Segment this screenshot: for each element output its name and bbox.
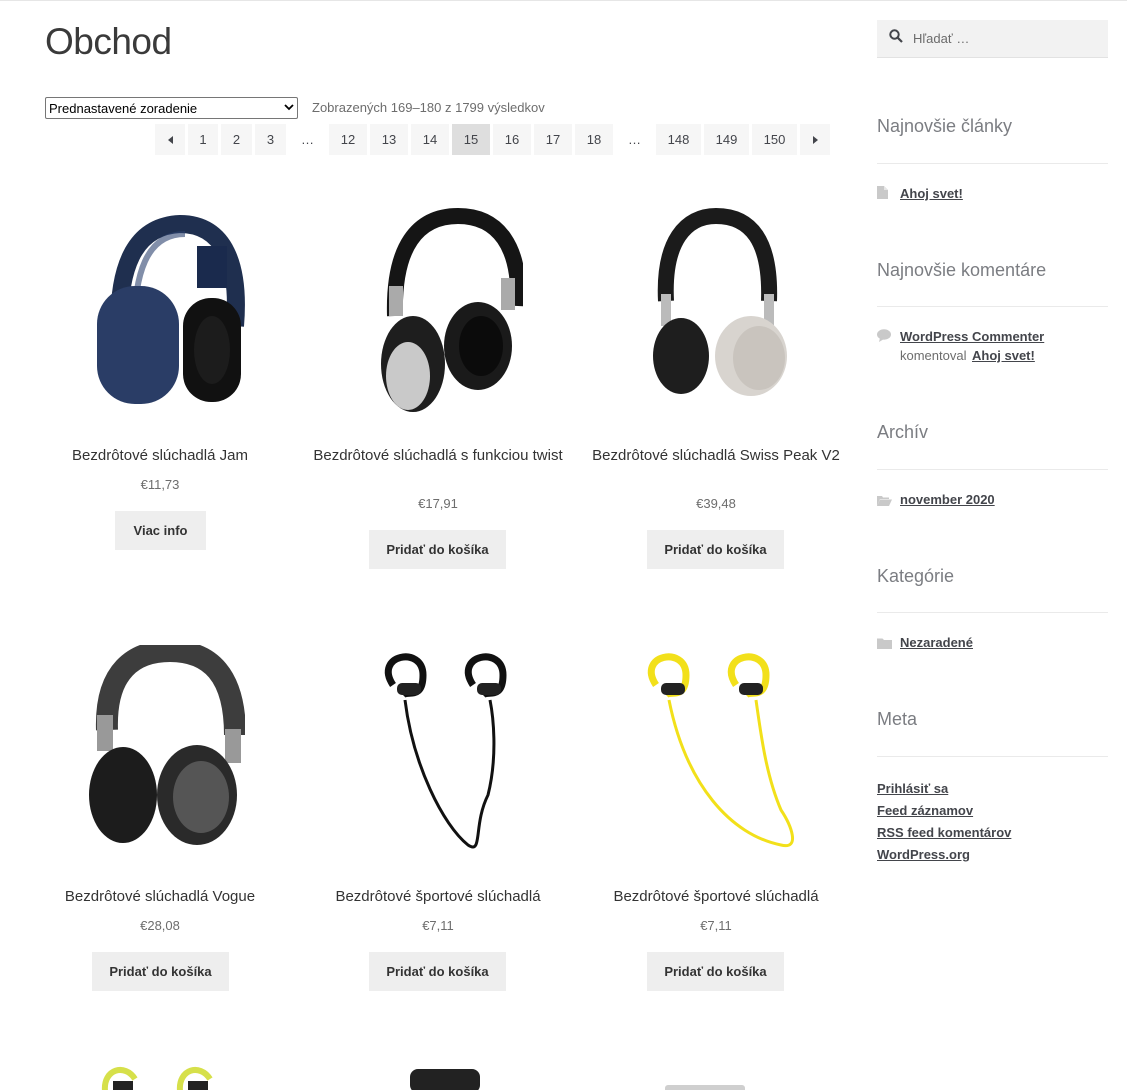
pagination-page[interactable]: 17 xyxy=(534,124,572,155)
widget-divider xyxy=(877,756,1108,757)
widget-title-archive: Archív xyxy=(877,422,929,442)
pagination-page[interactable]: 13 xyxy=(370,124,408,155)
pagination-page[interactable]: 16 xyxy=(493,124,531,155)
pagination-page[interactable]: 148 xyxy=(656,124,701,155)
pagination-page[interactable]: 14 xyxy=(411,124,449,155)
product-image[interactable] xyxy=(75,645,245,865)
meta-entries-feed-link[interactable]: Feed záznamov xyxy=(877,803,973,818)
pagination-page[interactable]: 2 xyxy=(221,124,252,155)
add-to-cart-button[interactable]: Pridať do košíka xyxy=(369,952,506,991)
result-count: Zobrazených 169–180 z 1799 výsledkov xyxy=(312,100,545,115)
archive-link[interactable]: november 2020 xyxy=(900,492,995,507)
product-image[interactable] xyxy=(353,206,523,426)
product-price: €11,73 xyxy=(140,477,180,492)
widget-title-recent-posts: Najnovšie články xyxy=(877,116,1013,136)
product-image-partial[interactable] xyxy=(405,1065,485,1090)
pagination-page[interactable]: 150 xyxy=(752,124,797,155)
meta-login-link[interactable]: Prihlásiť sa xyxy=(877,781,948,796)
product-card: Bezdrôtové slúchadlá s funkciou twist €1… xyxy=(313,196,563,576)
product-card: Bezdrôtové športové slúchadlá €7,11 Prid… xyxy=(313,637,563,997)
meta-wordpress-link[interactable]: WordPress.org xyxy=(877,847,970,862)
search-placeholder: Hľadať … xyxy=(913,31,970,46)
orderby-selected-label: Prednastavené zoradenie xyxy=(49,100,198,116)
pagination-page[interactable]: 3 xyxy=(255,124,286,155)
product-title[interactable]: Bezdrôtové slúchadlá Vogue xyxy=(35,887,285,906)
widget-title-recent-comments: Najnovšie komentáre xyxy=(877,260,1047,280)
pagination-page[interactable]: 12 xyxy=(329,124,367,155)
widget-title-categories: Kategórie xyxy=(877,566,955,586)
pagination-current-page: 15 xyxy=(452,124,490,155)
caret-right-icon xyxy=(812,135,818,144)
product-card: Bezdrôtové slúchadlá Vogue €28,08 Pridať… xyxy=(35,637,285,997)
product-price: €28,08 xyxy=(140,918,180,933)
product-title[interactable]: Bezdrôtové slúchadlá Jam xyxy=(35,446,285,465)
product-title[interactable]: Bezdrôtové športové slúchadlá xyxy=(591,887,841,906)
folder-icon xyxy=(877,636,892,654)
product-card: Bezdrôtové slúchadlá Swiss Peak V2 €39,4… xyxy=(591,196,841,576)
add-to-cart-button[interactable]: Pridať do košíka xyxy=(647,952,784,991)
pagination-prev[interactable] xyxy=(155,124,185,155)
comment-post-link[interactable]: Ahoj svet! xyxy=(972,348,1035,363)
chevron-down-icon xyxy=(284,103,294,114)
pagination-ellipsis: … xyxy=(628,132,641,147)
more-info-button[interactable]: Viac info xyxy=(115,511,206,550)
product-image[interactable] xyxy=(631,645,801,865)
widget-divider xyxy=(877,612,1108,613)
comment-author-link[interactable]: WordPress Commenter xyxy=(900,329,1044,344)
add-to-cart-button[interactable]: Pridať do košíka xyxy=(647,530,784,569)
widget-divider xyxy=(877,469,1108,470)
page-title: Obchod xyxy=(45,21,172,62)
category-link[interactable]: Nezaradené xyxy=(900,635,973,650)
recent-post-link[interactable]: Ahoj svet! xyxy=(900,186,963,201)
comment-verb: komentoval xyxy=(900,348,967,363)
widget-divider xyxy=(877,163,1108,164)
widget-divider xyxy=(877,306,1108,307)
meta-comments-feed-link[interactable]: RSS feed komentárov xyxy=(877,825,1011,840)
product-image[interactable] xyxy=(353,645,523,865)
pagination-page[interactable]: 1 xyxy=(188,124,218,155)
product-image[interactable] xyxy=(75,206,245,426)
caret-left-icon xyxy=(167,135,173,144)
product-price: €17,91 xyxy=(418,496,458,511)
pagination-page[interactable]: 18 xyxy=(575,124,613,155)
product-title[interactable]: Bezdrôtové slúchadlá s funkciou twist xyxy=(313,446,563,465)
widget-title-meta: Meta xyxy=(877,709,918,729)
product-price: €7,11 xyxy=(700,918,732,933)
product-title[interactable]: Bezdrôtové športové slúchadlá xyxy=(313,887,563,906)
product-title[interactable]: Bezdrôtové slúchadlá Swiss Peak V2 xyxy=(591,446,841,465)
product-price: €39,48 xyxy=(696,496,736,511)
search-field[interactable]: Hľadať … xyxy=(877,20,1108,58)
product-card: Bezdrôtové športové slúchadlá €7,11 Prid… xyxy=(591,637,841,997)
pagination-ellipsis: … xyxy=(301,132,314,147)
search-icon xyxy=(889,29,903,48)
pagination: 1 2 3 … 12 13 14 15 16 17 18 … 148 149 1… xyxy=(155,124,830,155)
folder-open-icon xyxy=(877,493,892,511)
orderby-select[interactable]: Prednastavené zoradenie xyxy=(45,97,298,119)
pagination-next[interactable] xyxy=(800,124,830,155)
product-image-partial[interactable] xyxy=(660,1081,750,1090)
document-icon xyxy=(877,186,888,204)
product-card: Bezdrôtové slúchadlá Jam €11,73 Viac inf… xyxy=(35,196,285,556)
add-to-cart-button[interactable]: Pridať do košíka xyxy=(92,952,229,991)
product-image-partial[interactable] xyxy=(95,1059,225,1090)
add-to-cart-button[interactable]: Pridať do košíka xyxy=(369,530,506,569)
product-price: €7,11 xyxy=(422,918,454,933)
product-image[interactable] xyxy=(631,206,801,426)
comment-icon xyxy=(877,329,891,347)
pagination-page[interactable]: 149 xyxy=(704,124,749,155)
